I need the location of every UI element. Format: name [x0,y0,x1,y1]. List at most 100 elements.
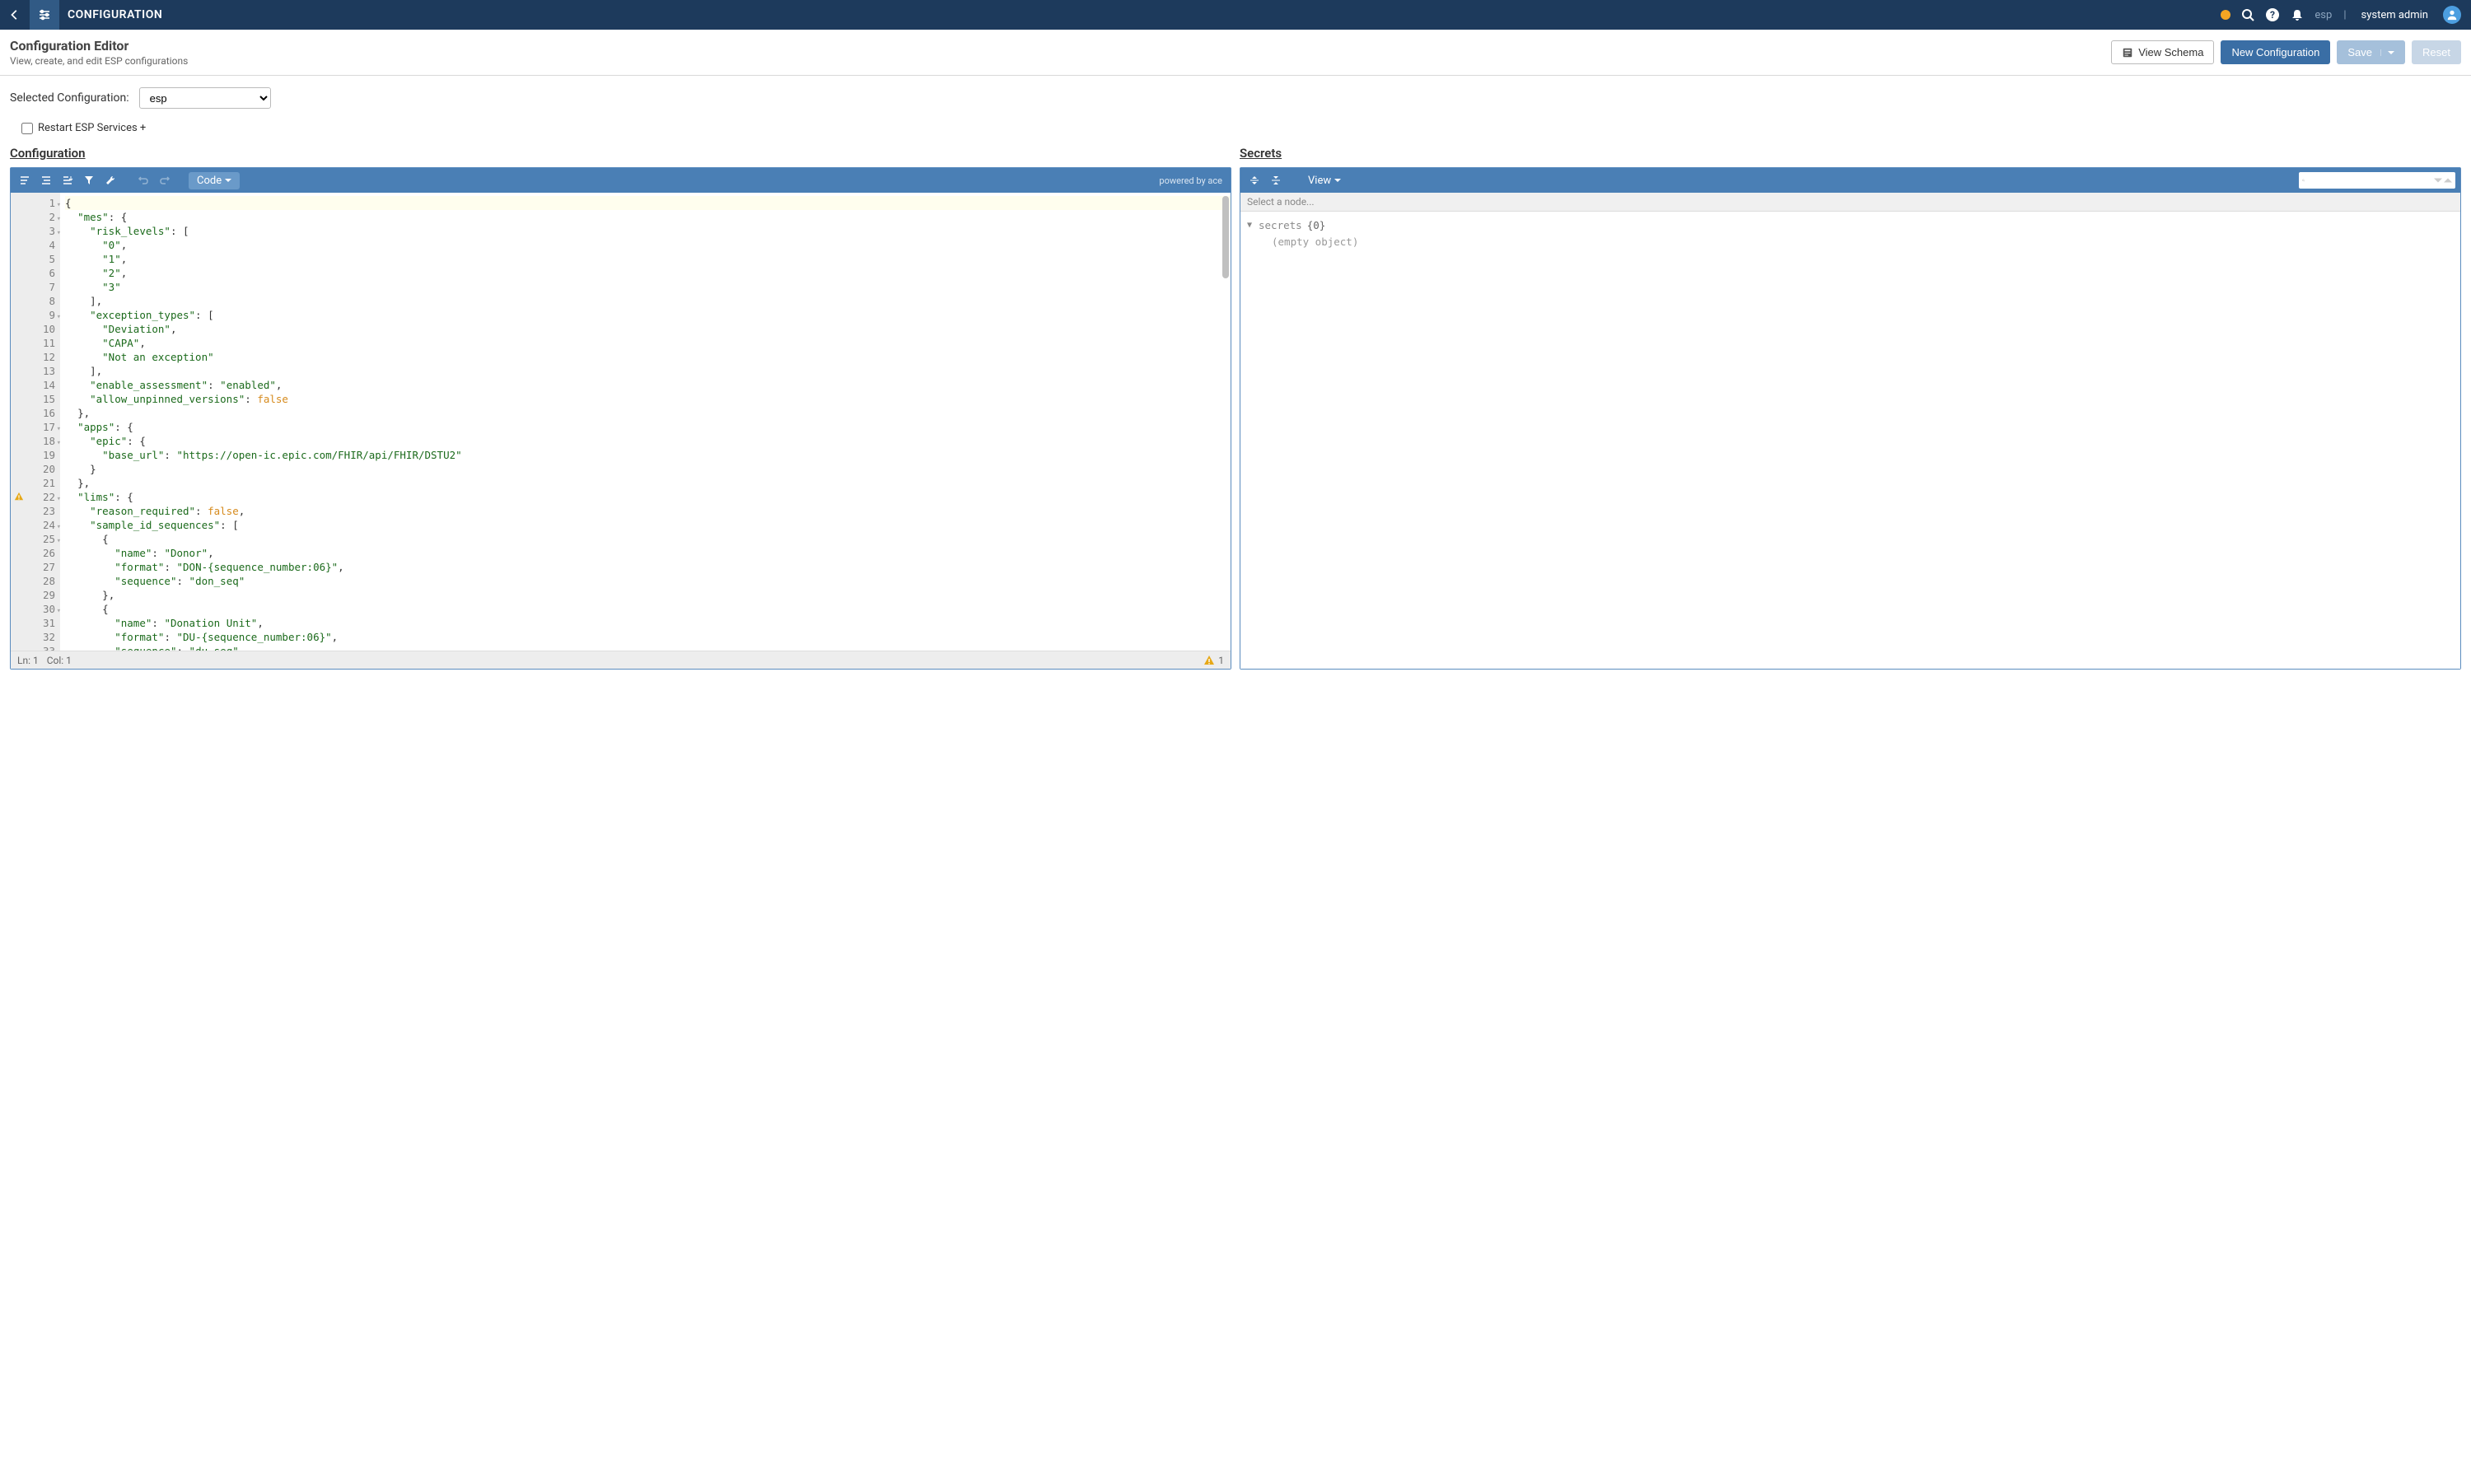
code-line[interactable]: }, [65,406,1231,420]
tree-caret-icon[interactable]: ▼ [1247,221,1259,230]
sort-button[interactable] [58,171,77,189]
search-button[interactable] [2240,7,2255,22]
tenant-label: esp [2315,9,2332,21]
code-line[interactable]: "name": "Donor", [65,546,1231,560]
expand-all-button[interactable] [1245,171,1264,189]
help-icon: ? [2265,7,2280,22]
code-line[interactable]: "enable_assessment": "enabled", [65,378,1231,392]
code-line[interactable]: "epic": { [65,434,1231,448]
secrets-search-box[interactable] [2299,172,2455,189]
code-line[interactable]: "exception_types": [ [65,308,1231,322]
page-subtitle: View, create, and edit ESP configuration… [10,55,188,67]
code-line[interactable]: "Not an exception" [65,350,1231,364]
reset-button[interactable]: Reset [2412,40,2461,64]
secrets-search-input[interactable] [2305,175,2432,186]
code-line[interactable]: "risk_levels": [ [65,224,1231,238]
help-button[interactable]: ? [2265,7,2280,22]
secrets-mode-label: View [1308,175,1331,187]
notifications-button[interactable] [2290,7,2305,22]
search-next-icon[interactable] [2434,176,2442,184]
code-line[interactable]: }, [65,588,1231,602]
save-button[interactable]: Save [2337,40,2405,64]
page-title: Configuration Editor [10,38,188,54]
selected-config-label: Selected Configuration: [10,91,129,105]
format-button[interactable] [16,171,34,189]
code-line[interactable]: "2", [65,266,1231,280]
filter-button[interactable] [80,171,98,189]
gutter-line: 7 [11,280,60,294]
save-dropdown-chevron[interactable] [2380,49,2394,56]
selected-config-select[interactable]: esp [139,87,271,109]
config-toolbar: Code powered by ace [11,168,1231,193]
code-line[interactable]: }, [65,476,1231,490]
gutter-line: 21 [11,476,60,490]
code-line[interactable]: "3" [65,280,1231,294]
tree-empty-label: (empty object) [1272,236,1358,248]
code-line[interactable]: { [65,532,1231,546]
code-line[interactable]: "0", [65,238,1231,252]
code-line[interactable]: } [65,462,1231,476]
view-schema-button[interactable]: View Schema [2111,40,2214,64]
code-area[interactable]: { "mes": { "risk_levels": [ "0", "1", "2… [60,193,1231,651]
compact-button[interactable] [37,171,55,189]
avatar[interactable] [2443,6,2461,24]
code-line[interactable]: { [65,196,1231,210]
tree-root[interactable]: ▼ secrets {0} [1247,217,2454,233]
new-configuration-button[interactable]: New Configuration [2221,40,2330,64]
user-icon [2446,9,2458,21]
undo-button[interactable] [134,171,152,189]
search-prev-icon[interactable] [2444,176,2452,184]
configuration-title: Configuration [10,146,1231,161]
code-line[interactable]: "allow_unpinned_versions": false [65,392,1231,406]
gutter-line: 31 [11,616,60,630]
code-line[interactable]: ], [65,364,1231,378]
sliders-icon [38,8,51,21]
gutter-line: 15 [11,392,60,406]
secrets-tree[interactable]: ▼ secrets {0} (empty object) [1240,212,2460,669]
gutter-line: 1▾ [11,196,60,210]
code-line[interactable]: { [65,602,1231,616]
editor-statusbar: Ln: 1 Col: 1 1 [11,651,1231,669]
collapse-all-button[interactable] [1267,171,1285,189]
undo-icon [138,175,149,186]
code-line[interactable]: "name": "Donation Unit", [65,616,1231,630]
code-line[interactable]: "reason_required": false, [65,504,1231,518]
redo-button[interactable] [156,171,174,189]
code-line[interactable]: "base_url": "https://open-ic.epic.com/FH… [65,448,1231,462]
code-line[interactable]: "Deviation", [65,322,1231,336]
secrets-mode-dropdown[interactable]: View [1300,172,1349,189]
controls: Selected Configuration: esp Restart ESP … [0,76,2471,146]
back-button[interactable] [0,0,30,30]
mode-dropdown[interactable]: Code [189,172,240,189]
code-line[interactable]: ], [65,294,1231,308]
code-line[interactable]: "format": "DU-{sequence_number:06}", [65,630,1231,644]
secrets-editor: View Select a node... ▼ secrets [1240,167,2461,670]
restart-services-label: Restart ESP Services + [38,122,146,134]
code-editor-body[interactable]: 1▾2▾3▾456789▾1011121314151617▾18▾1920212… [11,193,1231,651]
editor-scrollbar[interactable] [1222,196,1229,278]
gutter-warning-icon [14,492,24,502]
code-line[interactable]: "mes": { [65,210,1231,224]
code-line[interactable]: "apps": { [65,420,1231,434]
code-line[interactable]: "format": "DON-{sequence_number:06}", [65,560,1231,574]
warning-icon [1203,655,1215,666]
code-line[interactable]: "CAPA", [65,336,1231,350]
code-line[interactable]: "1", [65,252,1231,266]
gutter-line: 28 [11,574,60,588]
chevron-down-icon [2388,49,2394,56]
code-line[interactable]: "sample_id_sequences": [ [65,518,1231,532]
status-col: Col: 1 [47,655,72,666]
code-line[interactable]: "sequence": "don_seq" [65,574,1231,588]
gutter-line: 18▾ [11,434,60,448]
expand-all-icon [1249,175,1260,186]
app-icon [30,0,59,30]
restart-services-checkbox[interactable] [21,123,33,134]
search-icon [2241,8,2254,21]
subheader: Configuration Editor View, create, and e… [0,30,2471,76]
gutter-line: 17▾ [11,420,60,434]
code-line[interactable]: "sequence": "du_seq" [65,644,1231,651]
line-gutter: 1▾2▾3▾456789▾1011121314151617▾18▾1920212… [11,193,60,651]
status-warning-count: 1 [1218,655,1224,666]
repair-button[interactable] [101,171,119,189]
code-line[interactable]: "lims": { [65,490,1231,504]
